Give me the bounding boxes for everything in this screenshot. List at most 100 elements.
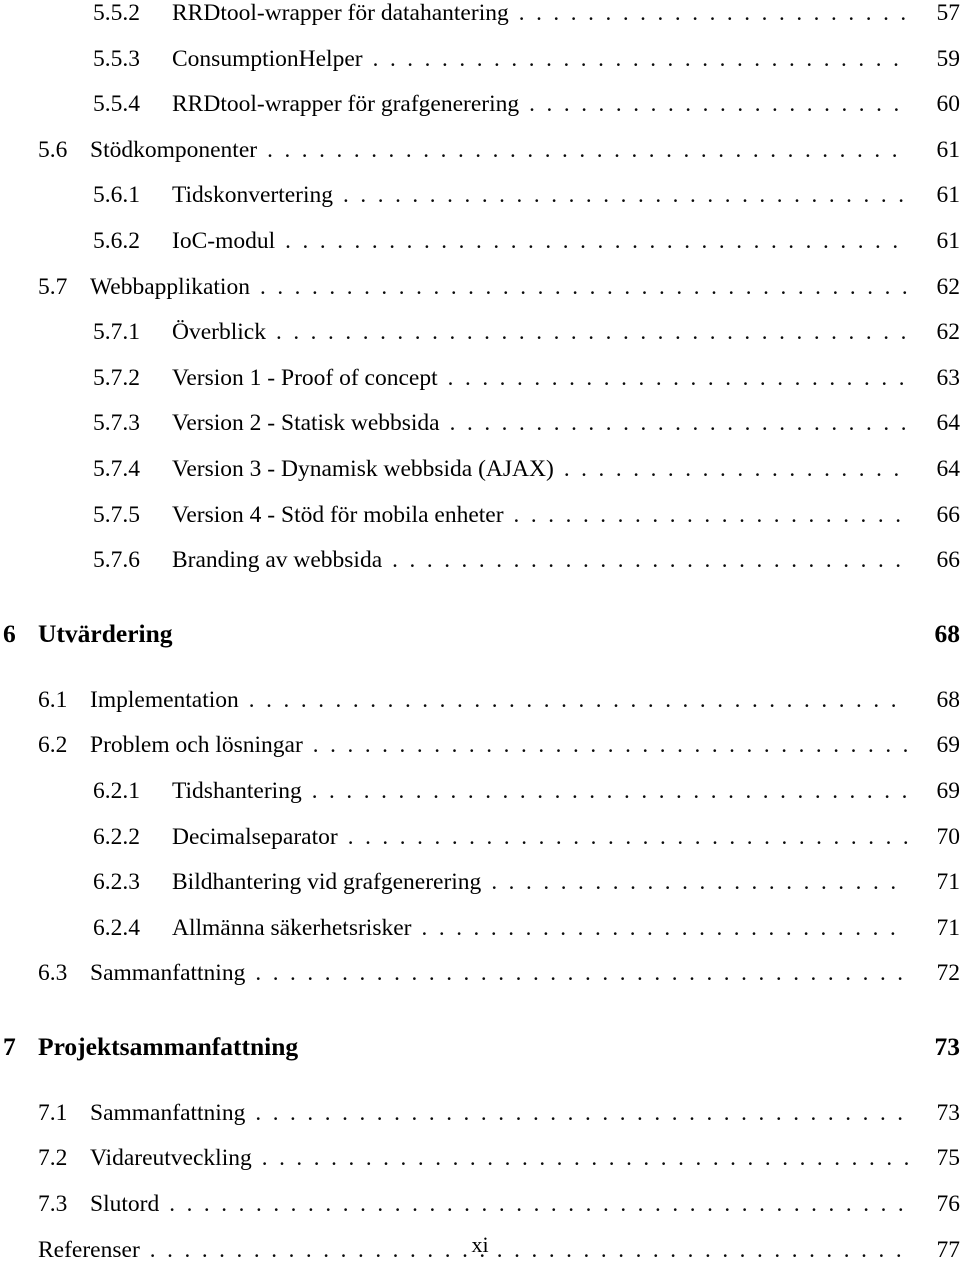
toc-entry-number: 6.2.1 bbox=[93, 777, 140, 804]
toc-entry-number: 6 bbox=[3, 619, 16, 649]
toc-dot-leader: ........................................… bbox=[529, 92, 908, 116]
toc-entry-number: 5.7.5 bbox=[93, 501, 140, 528]
toc-dot-leader: ........................................… bbox=[169, 1192, 908, 1216]
toc-entry-page-number: 66 bbox=[936, 547, 960, 574]
toc-dot-leader-dots: ........................................… bbox=[285, 228, 908, 253]
toc-entry-title: Tidskonvertering bbox=[172, 182, 334, 209]
toc-entry[interactable]: 6 Utvärdering............................… bbox=[0, 617, 960, 687]
toc-dot-leader: ........................................… bbox=[343, 183, 908, 207]
toc-dot-leader-dots: ........................................… bbox=[255, 1100, 908, 1125]
toc-entry[interactable]: 6.1 Implementation.......................… bbox=[0, 687, 960, 733]
toc-dot-leader: ........................................… bbox=[183, 617, 908, 643]
toc-entry-page-number: 68 bbox=[934, 619, 960, 649]
toc-entry[interactable]: 5.7.6 Branding av webbsida...............… bbox=[0, 547, 960, 593]
toc-dot-leader: ........................................… bbox=[392, 548, 908, 572]
toc-entry-title: Allmänna säkerhetsrisker bbox=[172, 914, 412, 941]
toc-dot-leader-dots: ........................................… bbox=[421, 915, 909, 940]
toc-entry-number: 5.7.4 bbox=[93, 455, 140, 482]
toc-entry[interactable]: 6.2.1 Tidshantering......................… bbox=[0, 778, 960, 824]
toc-entry-number: 5.6 bbox=[38, 136, 68, 163]
toc-entry[interactable]: 5.6.1 Tidskonvertering...................… bbox=[0, 182, 960, 228]
toc-dot-leader: ........................................… bbox=[285, 229, 908, 253]
toc-entry[interactable]: 5.5.2 RRDtool-wrapper för datahantering..… bbox=[0, 0, 960, 46]
toc-entry[interactable]: 5.7.3 Version 2 - Statisk webbsida.......… bbox=[0, 410, 960, 456]
toc-dot-leader: ........................................… bbox=[373, 47, 908, 71]
toc-entry[interactable]: 7 Projektsammanfattning..................… bbox=[0, 1030, 960, 1100]
toc-dot-leader-dots: ........................................… bbox=[529, 92, 908, 116]
toc-dot-leader: ........................................… bbox=[514, 503, 908, 527]
toc-entry-title: Tidshantering bbox=[172, 777, 302, 804]
toc-entry-number: 5.6.2 bbox=[93, 227, 140, 254]
toc-entry[interactable]: 6.2.2 Decimalseparator...................… bbox=[0, 824, 960, 870]
toc-entry-number: 6.3 bbox=[38, 960, 68, 987]
toc-dot-leader-dots: ........................................… bbox=[513, 502, 908, 527]
toc-entry-number: 7.2 bbox=[38, 1145, 68, 1172]
toc-dot-leader: ........................................… bbox=[308, 1030, 908, 1056]
toc-entry-title: Problem och lösningar bbox=[90, 732, 303, 759]
toc-entry[interactable]: 5.7.5 Version 4 - Stöd för mobila enheter… bbox=[0, 502, 960, 548]
toc-entry[interactable]: 6.3 Sammanfattning.......................… bbox=[0, 960, 960, 1006]
toc-dot-leader-dots: ........................................… bbox=[267, 137, 908, 162]
toc-entry-page-number: 64 bbox=[936, 410, 960, 437]
toc-entry-number: 5.5.2 bbox=[93, 0, 140, 26]
toc-dot-leader: ........................................… bbox=[422, 916, 909, 940]
toc-entry-page-number: 62 bbox=[936, 319, 960, 346]
toc-dot-leader-dots: ........................................… bbox=[259, 274, 908, 299]
toc-chapter-gap bbox=[0, 593, 960, 617]
toc-entry-title: Slutord bbox=[90, 1191, 160, 1218]
table-of-contents: 5.5.2 RRDtool-wrapper för datahantering..… bbox=[0, 0, 960, 1282]
toc-entry[interactable]: 5.6.2 IoC-modul..........................… bbox=[0, 228, 960, 274]
toc-dot-leader-dots: ........................................… bbox=[275, 320, 908, 344]
toc-entry-number: 5.6.1 bbox=[93, 182, 140, 209]
toc-entry-title: Version 2 - Statisk webbsida bbox=[172, 410, 440, 437]
toc-entry-number: 5.7.6 bbox=[93, 547, 140, 574]
toc-entry[interactable]: 5.7.4 Version 3 - Dynamisk webbsida (AJAX… bbox=[0, 456, 960, 502]
toc-entry-page-number: 71 bbox=[936, 914, 960, 941]
toc-entry[interactable]: 5.5.4 RRDtool-wrapper för grafgenerering.… bbox=[0, 91, 960, 137]
toc-entry[interactable]: 7.1 Sammanfattning.......................… bbox=[0, 1100, 960, 1146]
toc-entry[interactable]: 6.2 Problem och lösningar................… bbox=[0, 732, 960, 778]
toc-dot-leader: ........................................… bbox=[276, 320, 908, 344]
toc-entry[interactable]: 5.7.1 Överblick..........................… bbox=[0, 319, 960, 365]
toc-entry-page-number: 75 bbox=[936, 1145, 960, 1172]
toc-entry-page-number: 61 bbox=[936, 227, 960, 254]
toc-entry-page-number: 60 bbox=[936, 91, 960, 118]
toc-entry-page-number: 69 bbox=[936, 777, 960, 804]
toc-dot-leader-dots: ........................................… bbox=[518, 1, 908, 25]
toc-entry[interactable]: 6.2.4 Allmänna säkerhetsrisker...........… bbox=[0, 915, 960, 961]
toc-dot-leader: ........................................… bbox=[255, 1101, 908, 1125]
toc-entry[interactable]: 5.6 Stödkomponenter......................… bbox=[0, 137, 960, 183]
toc-dot-leader: ........................................… bbox=[312, 779, 908, 803]
toc-entry-number: 7.1 bbox=[38, 1099, 68, 1126]
toc-dot-leader-dots: ........................................… bbox=[312, 733, 908, 757]
toc-entry-page-number: 70 bbox=[936, 823, 960, 850]
toc-entry[interactable]: 6.2.3 Bildhantering vid grafgenerering...… bbox=[0, 869, 960, 915]
toc-entry-title: Decimalseparator bbox=[172, 823, 338, 850]
toc-entry-page-number: 62 bbox=[936, 273, 960, 300]
toc-dot-leader-dots: ........................................… bbox=[491, 870, 908, 894]
toc-dot-leader-dots: ........................................… bbox=[255, 961, 908, 985]
toc-entry[interactable]: 7.3 Slutord..............................… bbox=[0, 1191, 960, 1237]
toc-dot-leader: ........................................… bbox=[450, 411, 908, 435]
toc-entry-page-number: 64 bbox=[936, 455, 960, 482]
toc-dot-leader-dots: ........................................… bbox=[449, 411, 908, 435]
toc-entry-number: 5.7.3 bbox=[93, 410, 140, 437]
toc-entry-title: Webbapplikation bbox=[90, 273, 250, 300]
toc-entry-title: RRDtool-wrapper för datahantering bbox=[172, 0, 509, 26]
toc-entry-page-number: 61 bbox=[936, 182, 960, 209]
toc-entry-number: 6.2 bbox=[38, 732, 68, 759]
toc-dot-leader: ........................................… bbox=[313, 733, 908, 757]
toc-dot-leader-dots: ........................................… bbox=[261, 1146, 908, 1170]
toc-dot-leader-dots: ........................................… bbox=[347, 824, 908, 848]
toc-dot-leader: ........................................… bbox=[255, 961, 908, 985]
toc-entry[interactable]: 5.5.3 ConsumptionHelper..................… bbox=[0, 46, 960, 92]
toc-dot-leader-dots: ........................................… bbox=[447, 365, 908, 390]
toc-entry[interactable]: 7.2 Vidareutveckling.....................… bbox=[0, 1145, 960, 1191]
toc-entry-page-number: 61 bbox=[936, 136, 960, 163]
toc-dot-leader: ........................................… bbox=[348, 825, 908, 849]
toc-entry[interactable]: 5.7 Webbapplikation......................… bbox=[0, 274, 960, 320]
toc-entry-title: Projektsammanfattning bbox=[38, 1032, 299, 1062]
toc-entry[interactable]: 5.7.2 Version 1 - Proof of concept.......… bbox=[0, 365, 960, 411]
toc-entry-page-number: 69 bbox=[936, 732, 960, 759]
toc-dot-leader: ........................................… bbox=[262, 1146, 908, 1170]
